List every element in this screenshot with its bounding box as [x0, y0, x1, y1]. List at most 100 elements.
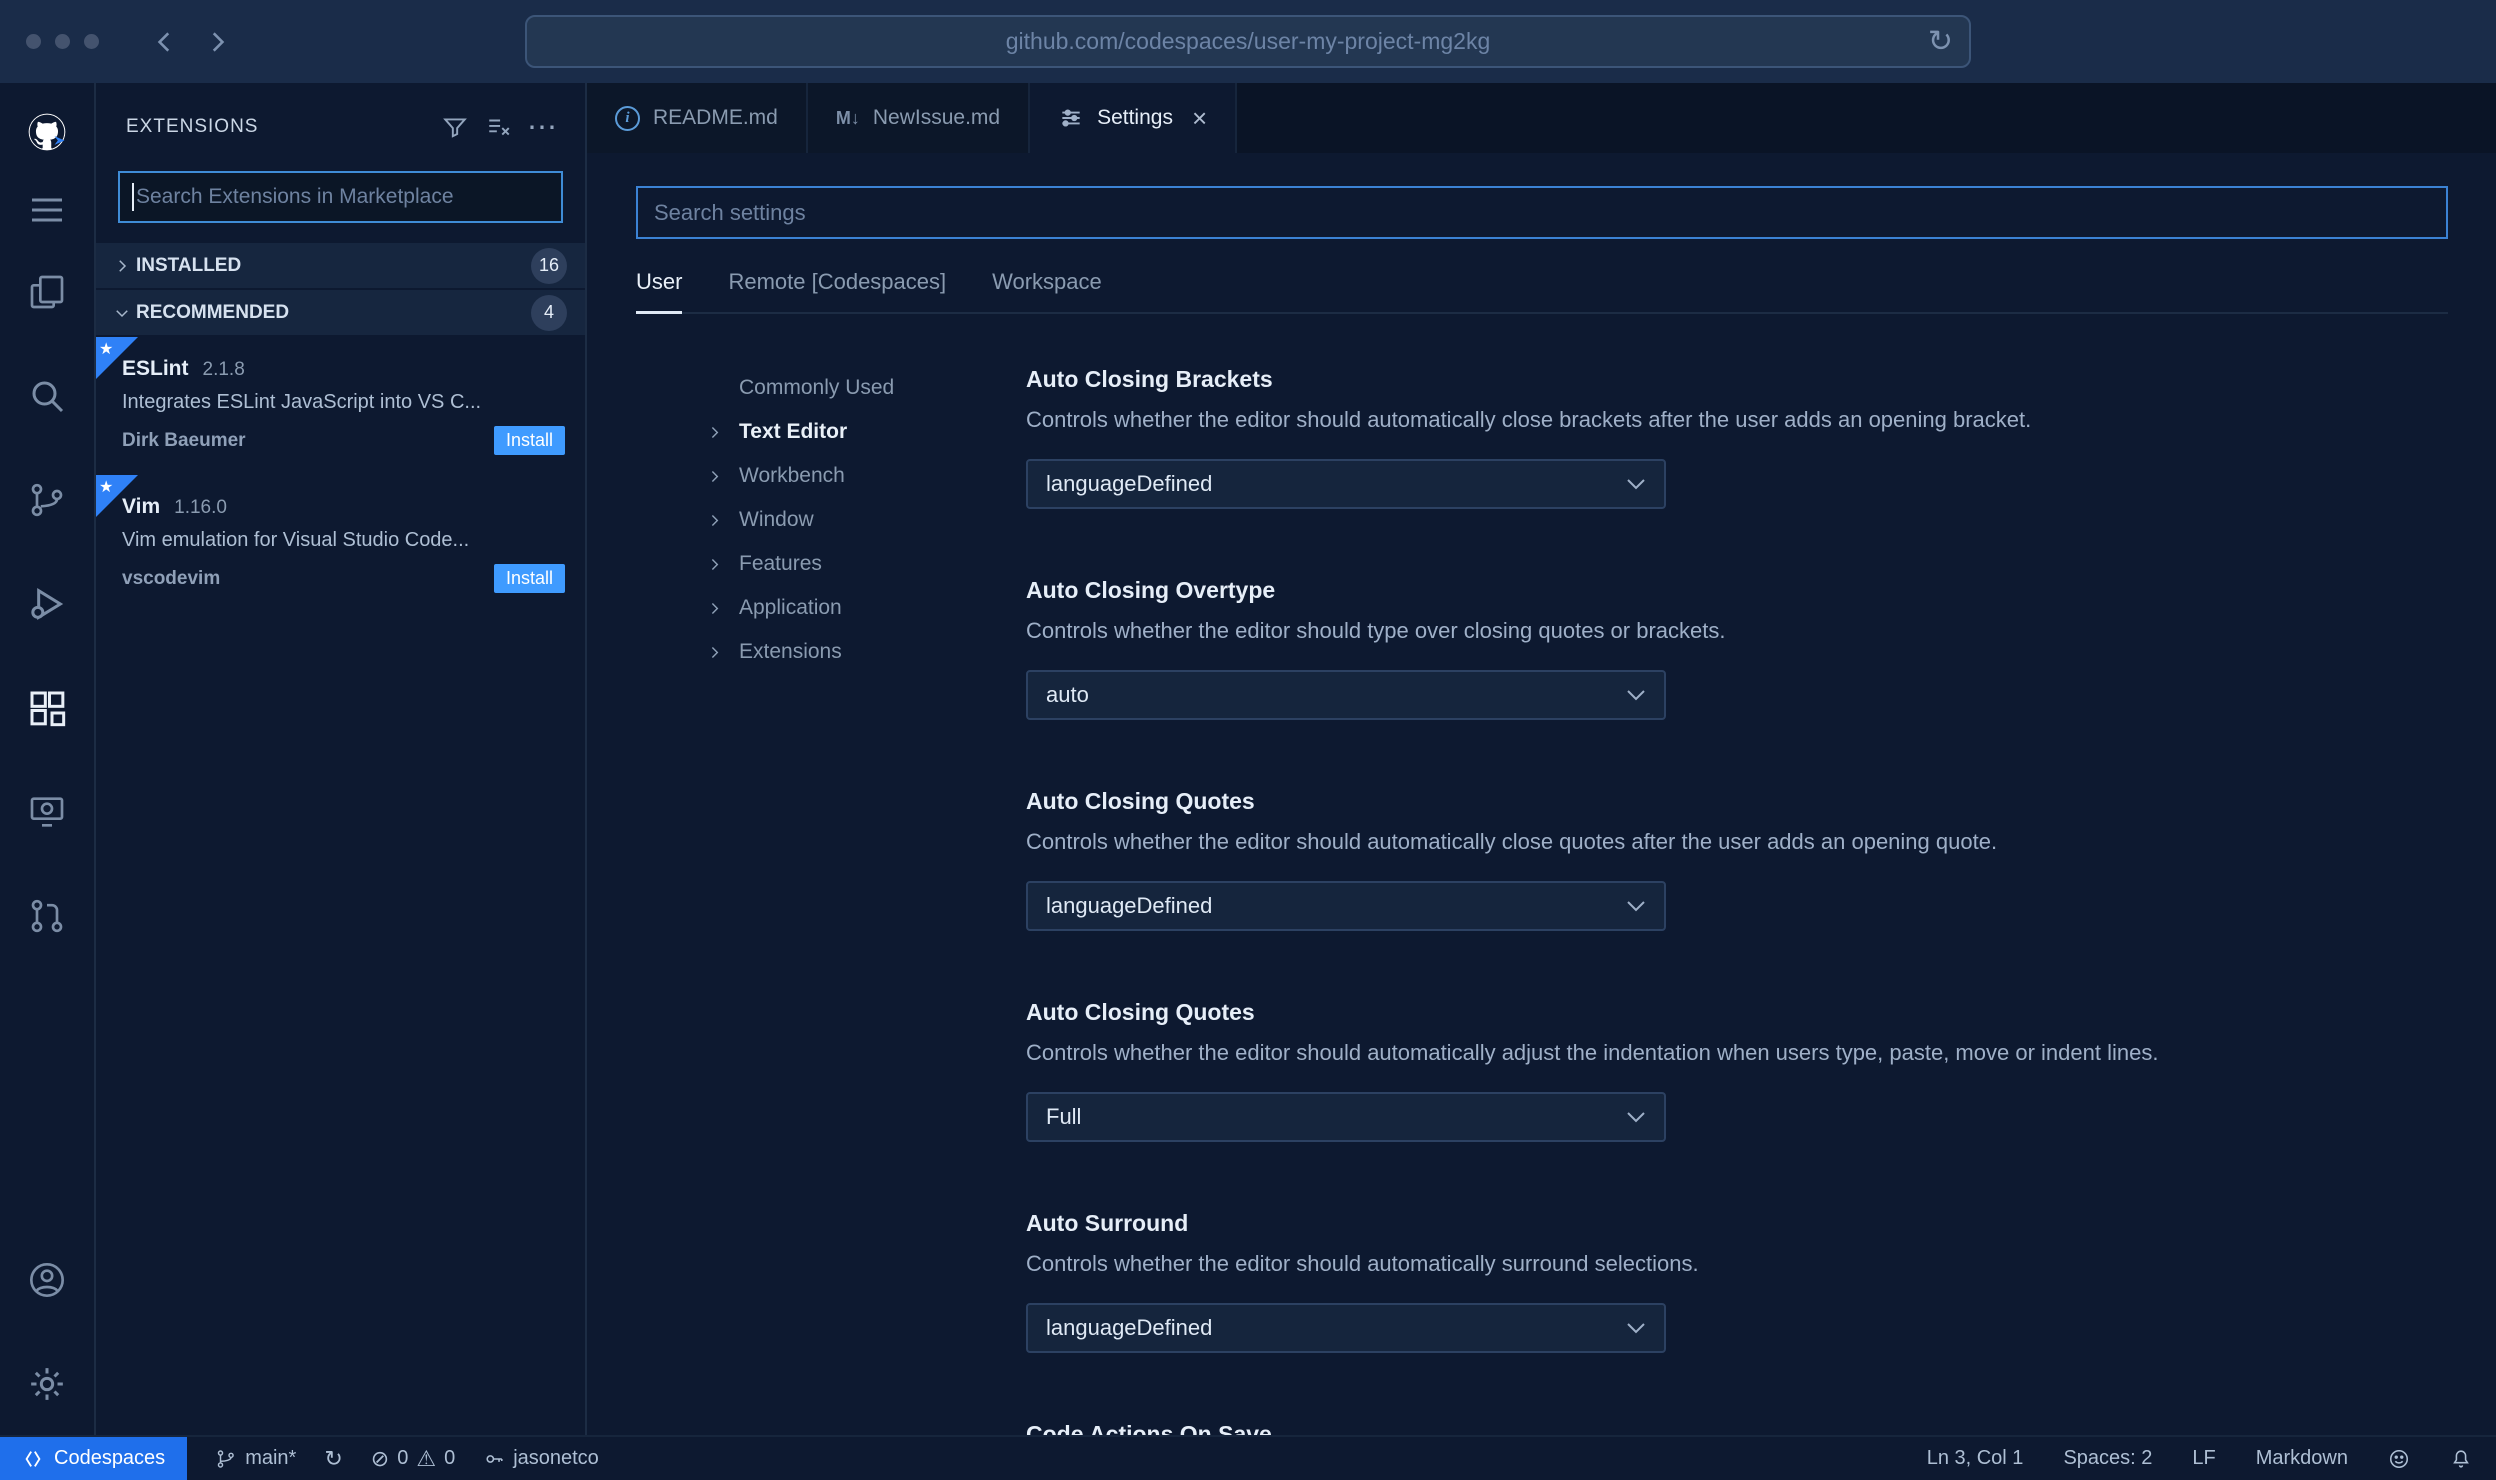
chevron-right-icon [706, 424, 730, 441]
clear-search-results-icon[interactable] [477, 109, 521, 145]
feedback-icon[interactable] [2388, 1448, 2410, 1470]
extension-description: Integrates ESLint JavaScript into VS C..… [122, 391, 482, 413]
select-value: Full [1046, 1104, 1082, 1129]
setting-description: Controls whether the editor should autom… [1026, 407, 2032, 432]
warning-icon: ⚠ [416, 1445, 437, 1471]
user-indicator[interactable]: jasonetco [483, 1447, 599, 1470]
toc-item-features[interactable]: Features [706, 542, 1026, 586]
pull-requests-icon[interactable] [24, 893, 70, 939]
chevron-right-icon [706, 468, 730, 485]
search-icon[interactable] [24, 373, 70, 419]
toc-label: Application [739, 596, 842, 619]
sync-button[interactable]: ↻ [324, 1445, 343, 1471]
filter-icon[interactable] [433, 109, 477, 145]
toc-item-text-editor[interactable]: Text Editor [706, 410, 1026, 454]
editor-tabbar: i README.md M↓ NewIssue.md Settings × [587, 83, 2496, 153]
close-icon[interactable]: × [1192, 105, 1207, 131]
toc-item-application[interactable]: Application [706, 586, 1026, 630]
window-maximize-button[interactable] [84, 34, 99, 49]
install-button[interactable]: Install [493, 426, 565, 455]
browser-chrome: github.com/codespaces/user-my-project-mg… [0, 0, 2496, 83]
install-button[interactable]: Install [493, 564, 565, 593]
more-actions-icon[interactable]: ⋯ [521, 109, 565, 145]
installed-count-badge: 16 [531, 247, 567, 284]
sync-icon: ↻ [324, 1445, 343, 1471]
status-bar-right: Ln 3, Col 1 Spaces: 2 LF Markdown [1927, 1447, 2496, 1470]
setting-title: Auto Closing Quotes [1026, 999, 1255, 1025]
extensions-search-box[interactable] [118, 171, 563, 223]
branch-indicator[interactable]: main* [215, 1447, 296, 1470]
chevron-down-icon [1627, 690, 1645, 701]
window-controls [26, 34, 99, 49]
editor-area: i README.md M↓ NewIssue.md Settings × Se… [587, 83, 2496, 1435]
source-control-icon[interactable] [24, 477, 70, 523]
back-button[interactable] [139, 16, 191, 68]
extensions-icon[interactable] [24, 685, 70, 731]
section-recommended[interactable]: RECOMMENDED 4 [96, 290, 585, 335]
github-logo-icon[interactable] [24, 109, 70, 155]
setting-select[interactable]: languageDefined [1026, 1303, 1666, 1353]
refresh-icon[interactable]: ↻ [1928, 26, 1953, 57]
extension-list-item[interactable]: ★ Vim 1.16.0 Vim emulation for Visual St… [96, 475, 585, 613]
settings-gear-icon[interactable] [24, 1361, 70, 1407]
window-minimize-button[interactable] [55, 34, 70, 49]
remote-indicator[interactable]: Codespaces [0, 1437, 188, 1480]
tab-readme[interactable]: i README.md [587, 83, 808, 153]
section-installed[interactable]: INSTALLED 16 [96, 243, 585, 288]
setting-select[interactable]: languageDefined [1026, 459, 1666, 509]
chevron-right-icon [108, 257, 136, 275]
indentation-indicator[interactable]: Spaces: 2 [2063, 1447, 2152, 1470]
info-icon: i [615, 105, 640, 131]
settings-sliders-icon [1058, 105, 1084, 131]
extension-version: 1.16.0 [174, 497, 227, 518]
toc-label: Features [739, 552, 822, 575]
section-label: RECOMMENDED [136, 301, 290, 323]
scope-tab-remote[interactable]: Remote [Codespaces] [728, 269, 946, 312]
star-icon: ★ [99, 479, 114, 496]
tab-label: Settings [1097, 106, 1173, 129]
activity-bar [0, 83, 96, 1435]
tab-settings[interactable]: Settings × [1030, 83, 1238, 153]
menu-icon[interactable] [24, 187, 70, 233]
forward-button[interactable] [191, 16, 243, 68]
problems-indicator[interactable]: ⊘ 0 ⚠ 0 [371, 1447, 455, 1470]
setting-select[interactable]: auto [1026, 670, 1666, 720]
run-debug-icon[interactable] [24, 581, 70, 627]
setting-title: Auto Closing Brackets [1026, 366, 1273, 392]
setting-description: Controls whether the editor should type … [1026, 618, 1726, 643]
toc-item-window[interactable]: Window [706, 498, 1026, 542]
setting-select[interactable]: Full [1026, 1092, 1666, 1142]
extension-list-item[interactable]: ★ ESLint 2.1.8 Integrates ESLint JavaScr… [96, 337, 585, 475]
setting-title: Auto Closing Overtype [1026, 577, 1276, 603]
settings-search-box[interactable] [636, 186, 2448, 239]
remote-explorer-icon[interactable] [24, 789, 70, 835]
settings-search-input[interactable] [654, 199, 2430, 226]
toc-item-extensions[interactable]: Extensions [706, 630, 1026, 674]
eol-indicator[interactable]: LF [2192, 1447, 2215, 1470]
browser-window: github.com/codespaces/user-my-project-mg… [0, 0, 2496, 1480]
remote-label: Codespaces [54, 1447, 166, 1469]
extensions-search-input[interactable] [136, 185, 549, 209]
settings-toc: Commonly Used Text Editor Workbench Wind… [636, 366, 1026, 1435]
toc-item-commonly-used[interactable]: Commonly Used [706, 366, 1026, 410]
error-icon: ⊘ [370, 1445, 390, 1471]
git-branch-icon [217, 1449, 234, 1468]
recommended-count-badge: 4 [531, 294, 567, 331]
language-mode[interactable]: Markdown [2256, 1447, 2348, 1470]
setting-auto-indent: Auto Closing Quotes Controls whether the… [1026, 999, 2448, 1142]
toc-item-workbench[interactable]: Workbench [706, 454, 1026, 498]
chevron-right-icon [706, 644, 730, 661]
window-close-button[interactable] [26, 34, 41, 49]
cursor-position[interactable]: Ln 3, Col 1 [1927, 1447, 2024, 1470]
notifications-bell-icon[interactable] [2450, 1448, 2472, 1470]
scope-tab-user[interactable]: User [636, 269, 683, 314]
setting-description: Controls whether the editor should autom… [1026, 1040, 2159, 1065]
setting-auto-closing-brackets: Auto Closing Brackets Controls whether t… [1026, 366, 2448, 509]
explorer-icon[interactable] [24, 269, 70, 315]
address-bar[interactable]: github.com/codespaces/user-my-project-mg… [525, 15, 1971, 68]
scope-tab-workspace[interactable]: Workspace [992, 269, 1102, 312]
setting-select[interactable]: languageDefined [1026, 881, 1666, 931]
account-icon[interactable] [24, 1257, 70, 1303]
tab-newissue[interactable]: M↓ NewIssue.md [807, 83, 1031, 153]
chevron-right-icon [212, 31, 225, 52]
